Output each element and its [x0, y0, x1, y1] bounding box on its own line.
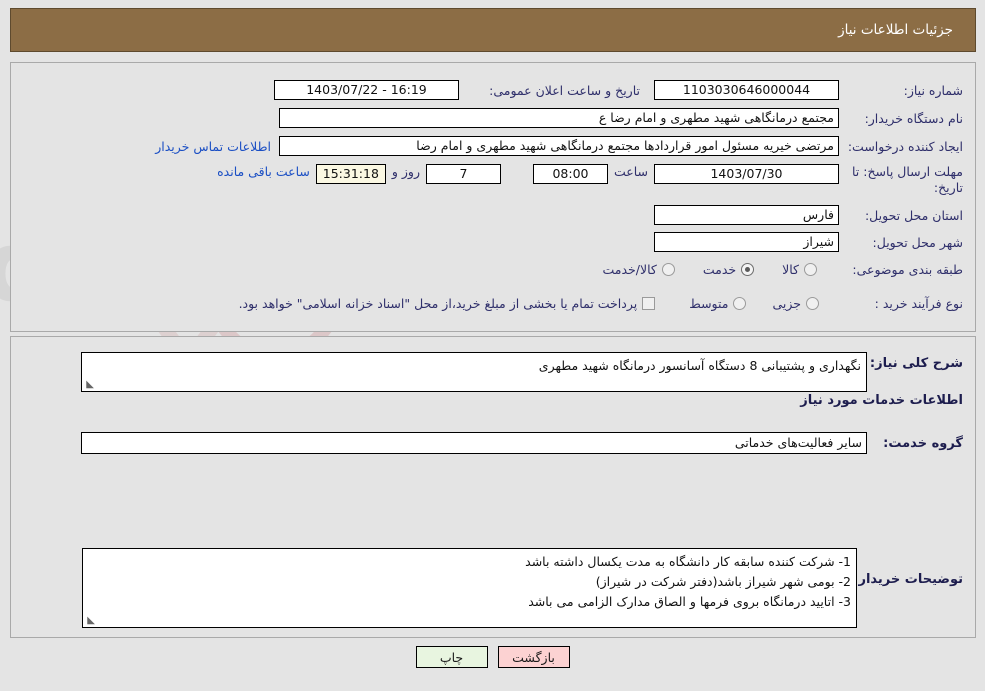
description-textarea[interactable]: نگهداری و پشتیبانی 8 دستگاه آسانسور درما…: [81, 352, 867, 392]
countdown-timer: 15:31:18: [315, 164, 386, 184]
deadline-time-value: 08:00: [532, 164, 608, 184]
category-option-khedmat[interactable]: خدمت: [702, 262, 755, 277]
notes-resize-grip-icon[interactable]: ◣: [85, 616, 95, 626]
row-description: شرح کلی نیاز: نگهداری و پشتیبانی 8 دستگا…: [81, 352, 963, 392]
row-province: استان محل تحویل: فارس: [654, 205, 963, 225]
back-button[interactable]: بازگشت: [497, 646, 570, 668]
category-option-khedmat-label: خدمت: [702, 262, 737, 277]
page-title-bar: جزئیات اطلاعات نیاز: [10, 8, 976, 52]
category-option-kala[interactable]: کالا: [782, 262, 817, 277]
process-option-jozei[interactable]: جزیی: [772, 296, 819, 311]
row-category: طبقه بندی موضوعی: کالا خدمت کالا/خدمت: [602, 262, 963, 277]
buyer-notes-textarea[interactable]: 1- شرکت کننده سابقه کار دانشگاه به مدت ی…: [82, 548, 857, 628]
radio-kala-icon[interactable]: [804, 263, 817, 276]
deadline-date-value: 1403/07/30: [654, 164, 839, 184]
need-number-label: شماره نیاز:: [903, 82, 963, 98]
province-value: فارس: [654, 205, 839, 225]
category-option-kala-khedmat[interactable]: کالا/خدمت: [602, 262, 675, 277]
services-section-title: اطلاعات خدمات مورد نیاز: [800, 393, 963, 408]
row-service-group: گروه خدمت: سایر فعالیت‌های خدماتی: [81, 432, 963, 454]
remaining-hours-label: ساعت باقی مانده: [217, 164, 310, 179]
city-label: شهر محل تحویل:: [872, 234, 963, 250]
deadline-label: مهلت ارسال پاسخ: تا تاریخ:: [852, 164, 963, 195]
need-info-panel: [10, 62, 976, 332]
buyer-contact-link[interactable]: اطلاعات تماس خریدار: [155, 139, 271, 154]
process-option-jozei-label: جزیی: [772, 296, 801, 311]
radio-kala-khedmat-icon[interactable]: [661, 263, 675, 276]
creator-value: مرتضی خیریه مسئول امور قراردادها مجتمع د…: [279, 136, 839, 156]
page-root: AriaTender.ir جزئیات اطلاعات نیاز شماره …: [0, 0, 985, 691]
row-need-number: شماره نیاز: 1103030646000044: [654, 80, 963, 100]
category-option-kala-label: کالا: [782, 262, 799, 277]
row-creator: ایجاد کننده درخواست: مرتضی خیریه مسئول ا…: [155, 136, 963, 156]
creator-label: ایجاد کننده درخواست:: [847, 138, 963, 154]
footer-buttons: بازگشت چاپ: [0, 646, 985, 668]
radio-jozei-icon[interactable]: [806, 297, 819, 310]
row-announce-date: تاریخ و ساعت اعلان عمومی: 16:19 - 1403/0…: [274, 80, 640, 100]
days-label: روز و: [391, 164, 420, 179]
category-label: طبقه بندی موضوعی:: [852, 262, 963, 277]
page-title: جزئیات اطلاعات نیاز: [838, 22, 953, 38]
treasury-note-option[interactable]: پرداخت تمام یا بخشی از مبلغ خرید،از محل …: [239, 296, 656, 311]
process-option-motavaset-label: متوسط: [689, 296, 729, 311]
hour-label: ساعت: [613, 164, 648, 179]
service-group-label: گروه خدمت:: [883, 435, 963, 451]
radio-motavaset-icon[interactable]: [733, 297, 747, 310]
service-group-value: سایر فعالیت‌های خدماتی: [81, 432, 867, 454]
treasury-checkbox-icon[interactable]: [642, 297, 656, 310]
category-option-kala-khedmat-label: کالا/خدمت: [602, 262, 657, 277]
process-option-motavaset[interactable]: متوسط: [689, 296, 747, 311]
resize-grip-icon[interactable]: ◣: [84, 380, 94, 390]
description-value: نگهداری و پشتیبانی 8 دستگاه آسانسور درما…: [538, 358, 861, 373]
row-deadline: مهلت ارسال پاسخ: تا تاریخ: 1403/07/30 سا…: [217, 164, 963, 196]
remaining-days-value: 7: [425, 164, 501, 184]
buyer-notes-label: توضیحات خریدار:: [853, 572, 963, 587]
print-button[interactable]: چاپ: [415, 646, 488, 668]
announce-date-value: 16:19 - 1403/07/22: [274, 80, 459, 100]
row-process-type: نوع فرآیند خرید : جزیی متوسط پرداخت تمام…: [239, 296, 963, 311]
row-buyer-notes: توضیحات خریدار: 1- شرکت کننده سابقه کار …: [82, 548, 963, 628]
buyer-note-line-1: 1- شرکت کننده سابقه کار دانشگاه به مدت ی…: [525, 554, 851, 569]
row-city: شهر محل تحویل: شیراز: [654, 232, 963, 252]
need-number-value: 1103030646000044: [654, 80, 839, 100]
buyer-note-line-2: 2- بومی شهر شیراز باشد(دفتر شرکت در شیرا…: [595, 574, 851, 589]
buyer-org-label: نام دستگاه خریدار:: [864, 110, 963, 126]
announce-date-label: تاریخ و ساعت اعلان عمومی:: [489, 82, 640, 98]
treasury-note-text: پرداخت تمام یا بخشی از مبلغ خرید،از محل …: [238, 296, 638, 311]
province-label: استان محل تحویل:: [864, 207, 963, 223]
city-value: شیراز: [654, 232, 839, 252]
row-buyer-org: نام دستگاه خریدار: مجتمع درمانگاهی شهید …: [279, 108, 963, 128]
services-section-title-row: اطلاعات خدمات مورد نیاز: [800, 393, 963, 408]
description-label: شرح کلی نیاز:: [869, 356, 963, 371]
radio-khedmat-icon[interactable]: [741, 263, 755, 276]
buyer-note-line-3: 3- اتایید درمانگاه بروی فرمها و الصاق مد…: [528, 594, 851, 609]
process-type-label: نوع فرآیند خرید :: [874, 296, 963, 311]
buyer-org-value: مجتمع درمانگاهی شهید مطهری و امام رضا ع: [279, 108, 839, 128]
